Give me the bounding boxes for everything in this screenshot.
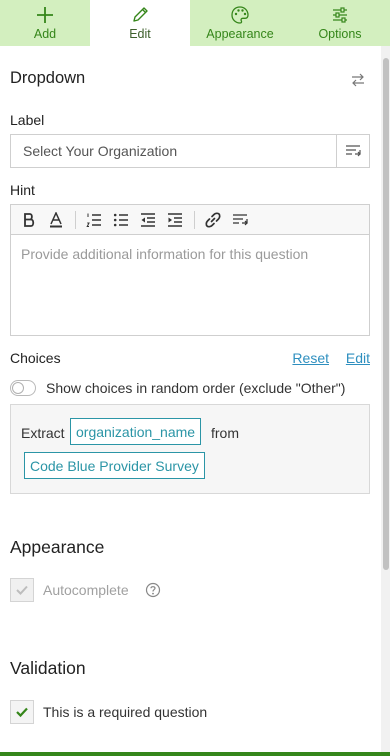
link-icon bbox=[205, 211, 221, 228]
check-icon bbox=[16, 585, 28, 595]
source-survey-chip[interactable]: Code Blue Provider Survey bbox=[24, 452, 205, 479]
tab-add-label: Add bbox=[33, 27, 57, 41]
editor-toolbar bbox=[11, 205, 369, 235]
question-type-title: Dropdown bbox=[10, 69, 86, 87]
scrollbar-thumb[interactable] bbox=[383, 58, 389, 570]
plus-icon bbox=[37, 7, 53, 23]
outdent-button[interactable] bbox=[136, 208, 160, 232]
panel-scrollbar[interactable] bbox=[381, 46, 390, 752]
tab-appearance[interactable]: Appearance bbox=[190, 0, 290, 46]
label-input[interactable] bbox=[11, 135, 336, 167]
extract-label: Extract bbox=[21, 425, 65, 441]
switch-type-icon[interactable] bbox=[350, 72, 366, 88]
autocomplete-label: Autocomplete bbox=[43, 582, 129, 598]
reset-choices-link[interactable]: Reset bbox=[292, 350, 329, 366]
hint-text-area[interactable]: Provide additional information for this … bbox=[11, 235, 369, 273]
required-checkbox[interactable] bbox=[10, 700, 34, 724]
extract-choices-box: Extract organization_name from Code Blue… bbox=[10, 404, 370, 494]
appearance-heading: Appearance bbox=[10, 537, 105, 557]
random-order-row: Show choices in random order (exclude "O… bbox=[10, 378, 370, 398]
hint-heading: Hint bbox=[10, 182, 35, 198]
insert-text-icon bbox=[346, 145, 361, 157]
bold-icon bbox=[24, 212, 35, 227]
tab-bar: Add Edit Appearance Options bbox=[0, 0, 390, 46]
insert-field-button[interactable] bbox=[336, 135, 369, 167]
numbered-list-icon bbox=[86, 213, 101, 227]
check-icon bbox=[16, 707, 28, 718]
tab-options[interactable]: Options bbox=[290, 0, 390, 46]
pencil-icon bbox=[133, 7, 148, 22]
font-color-button[interactable] bbox=[44, 208, 68, 232]
bulleted-list-icon bbox=[113, 213, 128, 226]
help-icon[interactable] bbox=[145, 582, 161, 598]
from-label: from bbox=[211, 425, 239, 441]
required-row: This is a required question bbox=[10, 700, 370, 724]
label-heading: Label bbox=[10, 112, 45, 128]
hint-editor: Provide additional information for this … bbox=[10, 204, 370, 336]
toolbar-divider bbox=[75, 210, 76, 229]
insert-text-icon bbox=[233, 213, 248, 225]
autocomplete-row: Autocomplete bbox=[10, 578, 370, 602]
tab-options-label: Options bbox=[318, 27, 362, 41]
required-label: This is a required question bbox=[43, 704, 208, 720]
bulleted-list-button[interactable] bbox=[109, 208, 133, 232]
insert-text-button[interactable] bbox=[228, 208, 252, 232]
toolbar-divider bbox=[194, 210, 195, 229]
question-header: Dropdown bbox=[10, 69, 370, 91]
toggle-knob bbox=[12, 382, 24, 394]
numbered-list-button[interactable] bbox=[82, 208, 106, 232]
tab-edit-label: Edit bbox=[129, 27, 151, 41]
choices-heading: Choices bbox=[10, 350, 61, 366]
tab-edit[interactable]: Edit bbox=[90, 0, 190, 46]
random-order-label: Show choices in random order (exclude "O… bbox=[46, 380, 346, 396]
font-color-icon bbox=[50, 211, 62, 227]
choices-header: Choices Reset Edit bbox=[10, 350, 370, 368]
validation-heading: Validation bbox=[10, 658, 86, 678]
link-button[interactable] bbox=[201, 208, 225, 232]
bold-button[interactable] bbox=[17, 208, 41, 232]
edit-choices-link[interactable]: Edit bbox=[346, 350, 370, 366]
bottom-accent-bar bbox=[0, 752, 390, 756]
random-order-toggle[interactable] bbox=[10, 380, 36, 396]
tab-appearance-label: Appearance bbox=[206, 27, 274, 41]
sliders-icon bbox=[333, 7, 347, 23]
autocomplete-checkbox[interactable] bbox=[10, 578, 34, 602]
extract-field-chip[interactable]: organization_name bbox=[70, 418, 202, 445]
palette-icon bbox=[231, 6, 249, 24]
indent-button[interactable] bbox=[163, 208, 187, 232]
outdent-icon bbox=[141, 212, 155, 227]
label-field bbox=[10, 134, 370, 168]
tab-add[interactable]: Add bbox=[0, 0, 90, 46]
properties-panel: Dropdown Label Hint bbox=[0, 46, 390, 752]
indent-icon bbox=[168, 212, 182, 227]
